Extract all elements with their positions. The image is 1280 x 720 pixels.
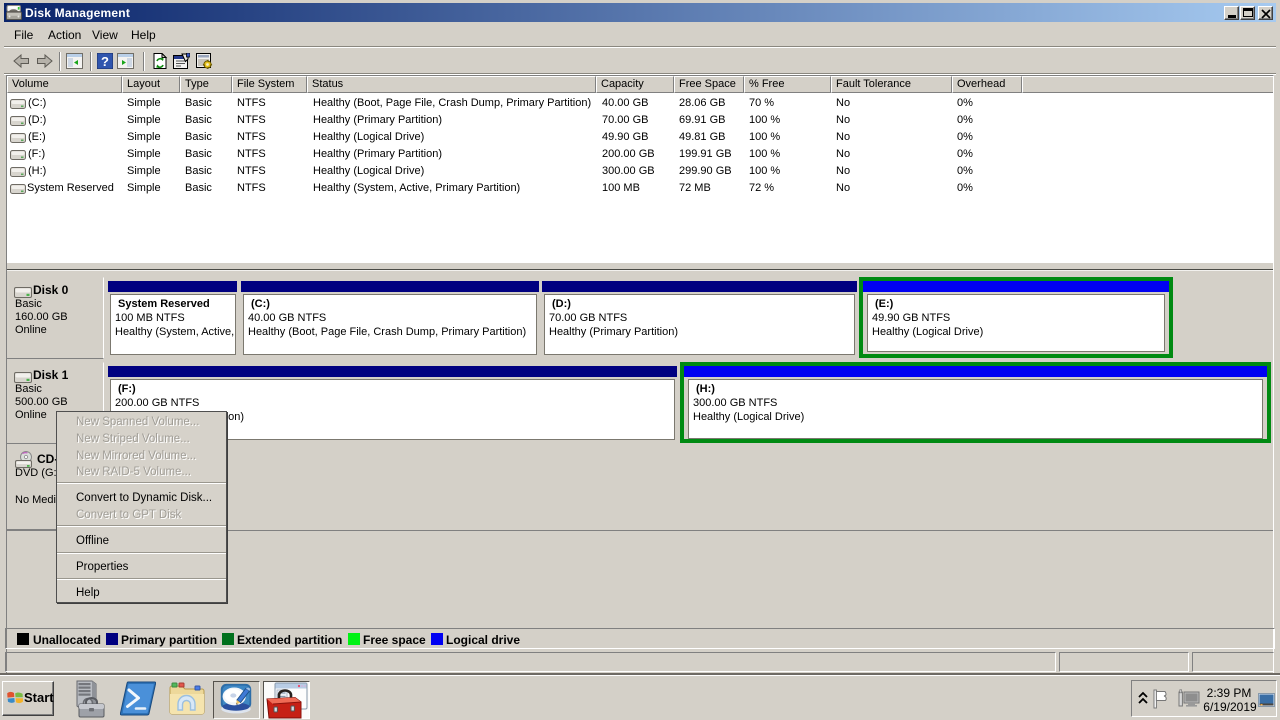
svg-text:?: ? [101, 54, 109, 69]
